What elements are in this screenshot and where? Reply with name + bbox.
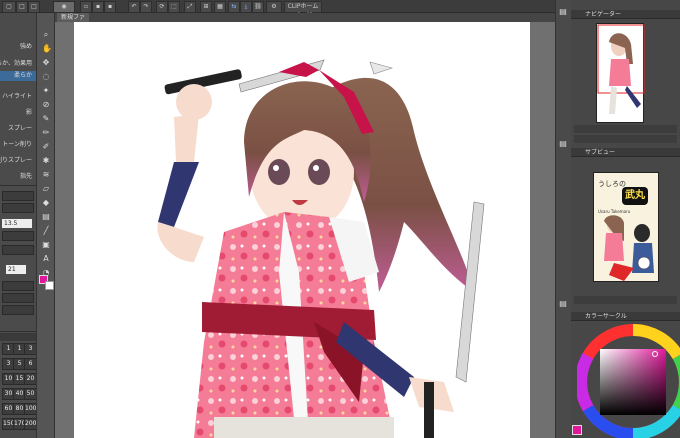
pencil-icon[interactable]: ✏ (42, 129, 50, 137)
snap-icon[interactable]: ⤓ (240, 1, 252, 13)
text-icon[interactable]: A (42, 255, 50, 263)
flip-icon[interactable]: ⇆ (228, 1, 240, 13)
tool-option-selected[interactable]: 柔らか (0, 71, 36, 81)
square-icon[interactable]: □ (16, 1, 28, 13)
current-color-swatch[interactable] (572, 425, 582, 435)
navigator-preview[interactable] (596, 23, 645, 123)
move-icon[interactable]: ✥ (42, 59, 50, 67)
color-wheel-area (577, 324, 680, 438)
ruler-icon[interactable]: ▦ (214, 1, 226, 13)
wand-icon[interactable]: ✦ (42, 87, 50, 95)
property-value-field[interactable]: 13.5 (2, 219, 32, 228)
undo-icon[interactable]: ↶ (128, 1, 140, 13)
property-row[interactable] (2, 293, 34, 303)
eye-icon[interactable]: ◉ (53, 1, 75, 13)
sub-color-swatch[interactable] (45, 281, 54, 290)
frame-icon[interactable]: ▣ (42, 241, 50, 249)
color-wheel-header[interactable]: カラーサークル (571, 312, 680, 321)
lasso-icon[interactable]: ◌ (42, 73, 50, 81)
save-icon[interactable]: ▪ (104, 1, 116, 13)
divider (0, 331, 36, 332)
link-icon[interactable]: ⛓ (252, 1, 264, 13)
gradient-icon[interactable]: ▤ (42, 213, 50, 221)
tool-option[interactable]: トーン削り (2, 139, 32, 148)
tool-option[interactable]: 強め (20, 41, 32, 50)
tool-options-panel: 強め 柔らか、効果用 柔らか ハイライト 影 スプレー トーン削り トーン削りス… (0, 13, 37, 438)
tool-option[interactable]: 柔らか、効果用 (0, 58, 32, 67)
tool-palette: ⌕ ✋ ✥ ◌ ✦ ⊘ ✎ ✏ ✐ ✱ ≋ ▱ ◆ ▤ ╱ ▣ A ◔ (36, 13, 55, 438)
tab-document[interactable]: 新規ファ (57, 13, 90, 22)
reference-artwork (604, 215, 654, 281)
brush-icon[interactable]: ✐ (42, 143, 50, 151)
pen-icon[interactable]: ✎ (42, 115, 50, 123)
tool-option[interactable]: ハイライト (2, 91, 32, 100)
navigator-controls[interactable] (574, 125, 677, 133)
open-icon[interactable]: ▪ (92, 1, 104, 13)
divider-bar (574, 296, 677, 304)
redo-icon[interactable]: ↷ (140, 1, 152, 13)
property-row[interactable] (2, 305, 34, 315)
property-row[interactable] (2, 203, 34, 213)
hand-icon[interactable]: ✋ (42, 45, 52, 53)
tool-option[interactable]: スプレー (8, 123, 32, 132)
divider (0, 185, 36, 186)
navigator-thumbnail (597, 24, 645, 114)
new-icon[interactable]: ▫ (80, 1, 92, 13)
property-row[interactable] (2, 245, 34, 255)
fill-icon[interactable]: ◆ (42, 199, 50, 207)
zoom-icon[interactable]: ⌕ (42, 31, 50, 39)
property-row[interactable] (2, 191, 34, 201)
reference-title-top: うしろの (598, 180, 626, 188)
square-icon[interactable]: □ (28, 1, 40, 13)
eyedropper-icon[interactable]: ⊘ (42, 101, 50, 109)
select-icon[interactable]: ⬚ (168, 1, 180, 13)
navigator-controls[interactable] (574, 135, 677, 143)
eraser-icon[interactable]: ▱ (42, 185, 50, 193)
reference-title-kanji: 武丸 (622, 187, 648, 205)
homepage-button[interactable]: CLIPホームページ (284, 1, 322, 19)
blend-icon[interactable]: ≋ (42, 171, 50, 179)
grid-icon[interactable]: ⊞ (200, 1, 212, 13)
panel-dock-strip: ▤ ▤ ▤ (555, 0, 571, 438)
property-value-field[interactable]: 21 (6, 265, 26, 274)
document-tab-bar: 新規ファ (55, 13, 555, 22)
brush-size-header (0, 333, 36, 341)
rotate-icon[interactable]: ⟳ (156, 1, 168, 13)
reference-image[interactable]: うしろの 武丸 Usaru Takemaru (593, 172, 659, 282)
right-panel: ナビゲーター サブビュー うしろの 武丸 Usaru Takemaru カラーサ… (571, 0, 680, 438)
panel-toggle-icon[interactable]: ▤ (559, 140, 567, 148)
transform-icon[interactable]: ⤢ (184, 1, 196, 13)
panel-toggle-icon[interactable]: ▤ (559, 8, 567, 16)
airbrush-icon[interactable]: ✱ (42, 157, 50, 165)
subview-header[interactable]: サブビュー (571, 148, 680, 157)
panel-toggle-icon[interactable]: ▤ (559, 300, 567, 308)
menu-icon[interactable]: ▢ (2, 1, 16, 13)
navigator-header[interactable]: ナビゲーター (571, 10, 680, 19)
settings-icon[interactable]: ⚙ (266, 1, 282, 13)
property-row[interactable] (2, 231, 34, 241)
figure-icon[interactable]: ╱ (42, 227, 50, 235)
illustration (157, 59, 485, 438)
tool-option[interactable]: トーン削りスプレー (0, 155, 32, 164)
drawing-canvas[interactable] (74, 22, 530, 438)
tool-option[interactable]: 影 (26, 107, 32, 116)
color-wheel[interactable] (577, 324, 680, 438)
tool-option[interactable]: 指先 (20, 171, 32, 180)
property-row[interactable] (2, 281, 34, 291)
